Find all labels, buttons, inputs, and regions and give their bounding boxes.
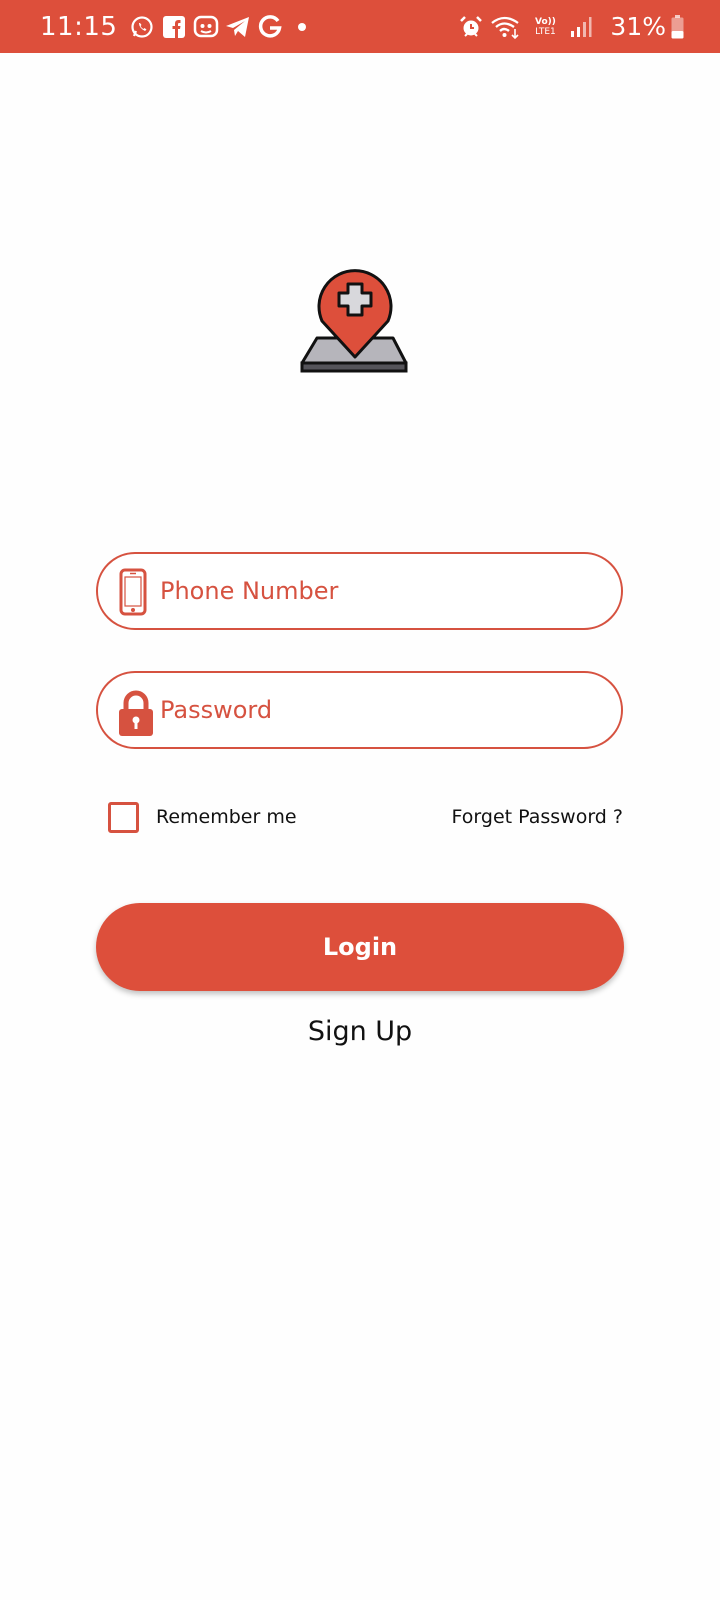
volte-icon: Vo)) LTE1 — [528, 14, 562, 40]
lock-icon — [118, 690, 154, 738]
password-input[interactable] — [160, 673, 600, 747]
facebook-icon — [161, 14, 187, 40]
remember-label[interactable]: Remember me — [156, 806, 297, 828]
dot-icon — [289, 14, 315, 40]
status-right-group: Vo)) LTE1 31% — [458, 0, 684, 53]
battery-icon — [670, 14, 684, 40]
whatsapp-icon — [129, 14, 155, 40]
login-button[interactable]: Login — [96, 903, 624, 991]
telegram-icon — [225, 14, 251, 40]
remember-checkbox[interactable] — [108, 802, 139, 833]
remember-row: Remember me Forget Password ? — [108, 802, 623, 838]
messenger-icon — [193, 14, 219, 40]
battery-percent: 31% — [610, 12, 666, 41]
status-bar: 11:15 Vo)) LTE1 31% — [0, 0, 720, 53]
alarm-icon — [458, 14, 484, 40]
phone-field[interactable] — [96, 552, 623, 630]
phone-icon — [118, 568, 154, 616]
signal-icon — [568, 14, 594, 40]
wifi-icon — [490, 14, 522, 40]
password-field[interactable] — [96, 671, 623, 749]
volte-bottom-text: LTE1 — [535, 26, 556, 37]
volte-top-text: Vo)) — [534, 16, 556, 27]
google-icon — [257, 14, 283, 40]
phone-input[interactable] — [160, 554, 600, 628]
status-time: 11:15 — [40, 11, 118, 42]
map-pin-medical-cross-icon — [300, 269, 408, 373]
app-logo — [300, 265, 416, 385]
forgot-password-link[interactable]: Forget Password ? — [452, 806, 623, 828]
signup-link[interactable]: Sign Up — [0, 1016, 720, 1047]
